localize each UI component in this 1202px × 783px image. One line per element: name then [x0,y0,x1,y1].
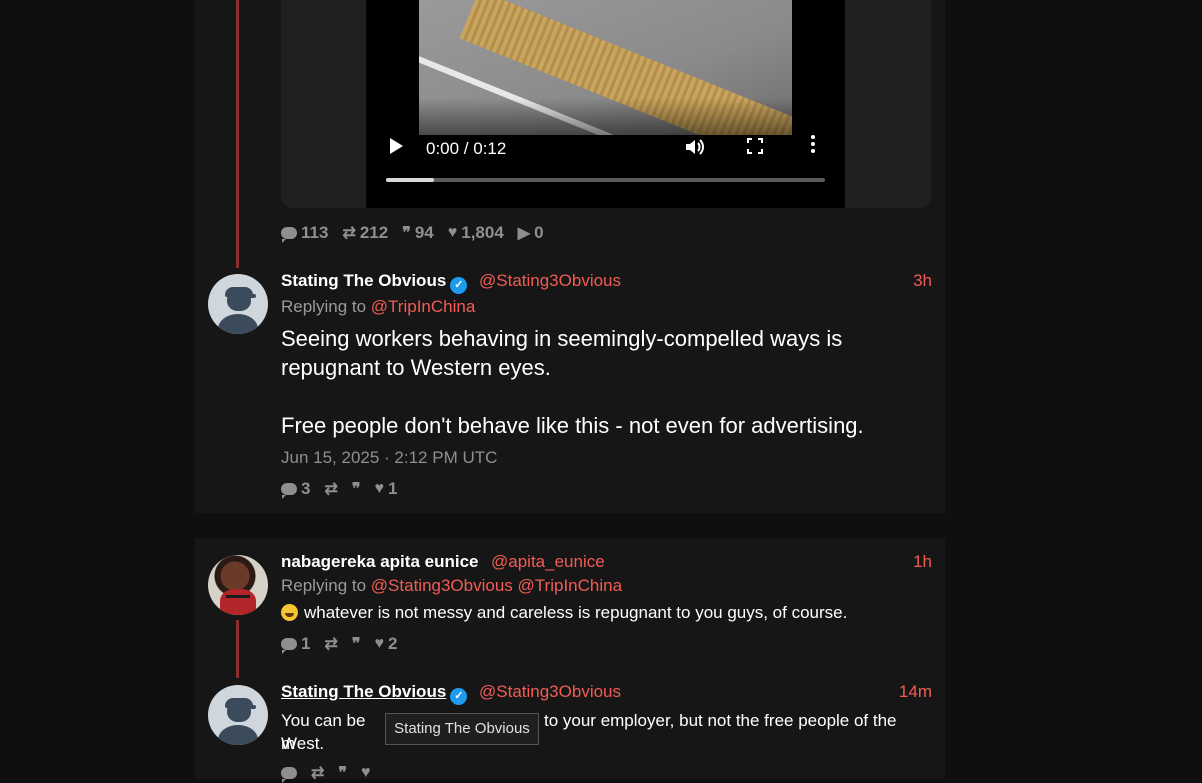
verified-icon: ✓ [450,688,468,705]
user-name[interactable]: Stating The Obvious ✓ [281,271,468,294]
avatar[interactable] [208,555,268,615]
verified-icon: ✓ [450,277,468,294]
reply-icon [281,483,297,499]
heart-icon: ♥ [374,480,384,497]
like-stat[interactable]: ♥ 1,804 [448,223,504,243]
quote-icon: ❞ [351,481,361,498]
reply-icon [281,767,297,783]
reply-icon [281,638,297,654]
retweet-stat[interactable]: ⇄ [324,479,337,499]
tweet-date[interactable]: Jun 15, 2025 · 2:12 PM UTC [281,448,497,468]
quote-stat[interactable]: ❞ 94 [402,223,434,243]
heart-icon: ♥ [361,764,371,781]
retweet-stat[interactable]: ⇄ [324,634,337,654]
volume-icon[interactable] [684,137,706,163]
replying-to: Replying to @TripInChina [281,297,476,316]
heart-icon: ♥ [374,635,384,652]
main-tweet-stats: 113 ⇄ 212 ❞ 94 ♥ 1,804 ▶ 0 [281,223,544,243]
retweet-icon: ⇄ [324,481,338,498]
avatar[interactable] [208,274,268,334]
tweet-stats: 3 ⇄ ❞ ♥ 1 [281,479,397,499]
video-progress-bar[interactable] [386,178,825,182]
video-player[interactable]: 0:00 / 0:12 [366,0,845,208]
play-count-icon: ▶ [517,225,531,242]
more-icon[interactable] [810,134,816,158]
user-name[interactable]: nabagereka apita eunice [281,552,478,572]
retweet-icon: ⇄ [311,765,325,782]
video-progress-fill [386,178,435,182]
like-stat[interactable]: ♥ 1 [374,479,397,499]
user-handle[interactable]: @Stating3Obvious [479,271,621,291]
tweet-text: whatever is not messy and careless is re… [281,601,921,624]
reply-stat[interactable] [281,763,297,783]
reply-stat[interactable]: 1 [281,634,310,654]
quote-stat[interactable]: ❞ [352,634,361,654]
quote-stat[interactable]: ❞ [338,763,347,783]
name-tooltip: Stating The Obvious [385,713,539,745]
tweet-time[interactable]: 3h [880,271,932,291]
tweet-time[interactable]: 1h [880,552,932,572]
play-stat: ▶ 0 [517,223,544,242]
like-stat[interactable]: ♥ 2 [374,634,397,654]
quote-icon: ❞ [338,765,348,782]
fullscreen-icon[interactable] [747,138,763,154]
quote-icon: ❞ [351,636,361,653]
retweet-icon: ⇄ [342,225,356,242]
thread-line [236,0,239,268]
avatar[interactable] [208,685,268,745]
quote-stat[interactable]: ❞ [352,479,361,499]
user-handle[interactable]: @Stating3Obvious [479,682,621,702]
retweet-icon: ⇄ [324,636,338,653]
retweet-stat[interactable]: ⇄ [311,763,324,783]
heart-icon: ♥ [447,224,458,241]
video-time: 0:00 / 0:12 [426,139,507,158]
user-name[interactable]: Stating The Obvious ✓ [281,682,468,705]
tweet-stats: 1 ⇄ ❞ ♥ 2 [281,634,397,654]
laughing-emoji-icon [281,604,298,621]
retweet-stat[interactable]: ⇄ 212 [342,223,388,243]
play-icon[interactable] [390,138,403,154]
replying-to-link[interactable]: @TripInChina [371,297,476,316]
replying-to-link[interactable]: @Stating3Obvious [371,576,513,595]
replying-to: Replying to @Stating3Obvious @TripInChin… [281,576,623,595]
tweet-stats: ⇄ ❞ ♥ [281,763,371,783]
tweet-text: to your employer, but not the free peopl… [281,711,897,753]
like-stat[interactable]: ♥ [361,763,371,783]
replying-to-link[interactable]: @TripInChina [518,576,623,595]
reply-icon [281,227,297,243]
reply-stat[interactable]: 3 [281,479,310,499]
user-handle[interactable]: @apita_eunice [491,552,605,572]
quote-icon: ❞ [402,225,411,242]
thread-line [236,620,239,678]
tweet-time[interactable]: 14m [880,682,932,702]
tweet-text: Seeing workers behaving in seemingly-com… [281,326,864,438]
reply-stat[interactable]: 113 [281,223,328,243]
